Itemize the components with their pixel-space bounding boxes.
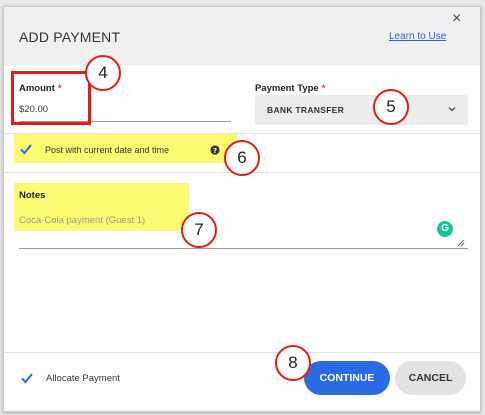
- post-option-label: Post with current date and time: [45, 145, 170, 155]
- dialog-header: ADD PAYMENT Learn to Use ×: [4, 7, 480, 65]
- chevron-down-icon: [448, 107, 456, 112]
- post-option-checkbox[interactable]: [19, 142, 33, 156]
- footer-divider: [4, 352, 480, 353]
- dialog-title: ADD PAYMENT: [19, 29, 121, 45]
- annotation-badge-7: 7: [181, 212, 217, 248]
- payment-type-label-text: Payment Type: [255, 83, 319, 94]
- allocate-payment-checkbox[interactable]: [20, 371, 34, 385]
- svg-text:?: ?: [213, 147, 217, 155]
- annotation-badge-5: 5: [373, 89, 409, 125]
- learn-to-use-link[interactable]: Learn to Use: [389, 31, 446, 42]
- add-payment-dialog: ADD PAYMENT Learn to Use × Amount * $20.0…: [3, 6, 481, 412]
- notes-underline: [19, 248, 468, 249]
- annotation-badge-6: 6: [224, 140, 260, 176]
- close-icon[interactable]: ×: [452, 11, 461, 27]
- payment-type-value: BANK TRANSFER: [267, 105, 345, 115]
- resize-handle-icon[interactable]: [455, 237, 465, 247]
- payment-type-label: Payment Type *: [255, 83, 325, 94]
- continue-button[interactable]: CONTINUE: [304, 361, 390, 395]
- cancel-button[interactable]: CANCEL: [395, 361, 466, 395]
- allocate-payment-label: Allocate Payment: [46, 373, 120, 384]
- payment-type-select[interactable]: BANK TRANSFER: [255, 95, 468, 125]
- amount-annotation-box: [11, 71, 91, 125]
- question-circle-icon[interactable]: ?: [210, 145, 220, 155]
- notes-textarea[interactable]: Coca-Cola payment (Guest 1): [19, 215, 145, 226]
- grammarly-icon[interactable]: G: [437, 221, 453, 237]
- annotation-badge-8: 8: [275, 345, 311, 381]
- annotation-badge-4: 4: [85, 55, 121, 91]
- notes-label: Notes: [19, 190, 46, 201]
- payment-type-required-mark: *: [321, 83, 326, 94]
